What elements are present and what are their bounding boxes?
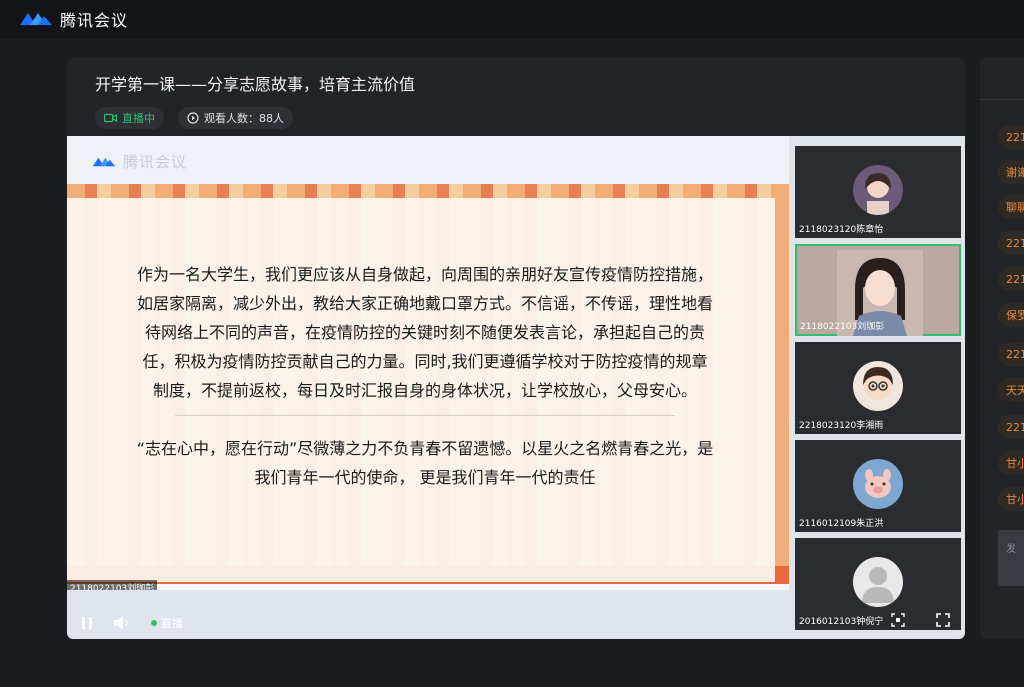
participant-name: 2118022103刘珈彭 bbox=[800, 322, 885, 332]
video-area[interactable]: 腾讯会议 作为一名大学生，我们更应该从自身做起，向周围的亲朋好友宣传疫情防控措施… bbox=[67, 136, 965, 639]
chat-message[interactable]: 聊聊 bbox=[998, 195, 1024, 219]
chat-message[interactable]: 甘小 bbox=[998, 451, 1024, 475]
shared-slide: 腾讯会议 作为一名大学生，我们更应该从自身做起，向周围的亲朋好友宣传疫情防控措施… bbox=[67, 136, 789, 590]
chat-input[interactable]: 发 bbox=[998, 530, 1024, 586]
participant-tile[interactable]: 2118023120陈章怡 bbox=[795, 146, 961, 238]
screenshot-focus-icon[interactable] bbox=[891, 613, 905, 627]
chat-message[interactable]: 甘小 bbox=[998, 487, 1024, 511]
chat-message[interactable]: 221 bbox=[998, 125, 1024, 149]
avatar-girl-icon bbox=[853, 165, 903, 215]
chat-message[interactable]: 221 bbox=[998, 231, 1024, 255]
volume-icon[interactable] bbox=[113, 615, 131, 631]
tencent-meeting-watermark-icon bbox=[92, 157, 116, 166]
slide-divider bbox=[175, 415, 675, 416]
pause-icon[interactable] bbox=[81, 616, 93, 630]
title-bar: 腾讯会议 bbox=[0, 0, 1024, 38]
slide-watermark-logo: 腾讯会议 bbox=[89, 151, 187, 172]
meeting-title: 开学第一课——分享志愿故事，培育主流价值 bbox=[95, 75, 416, 94]
live-status-badge: 直播中 bbox=[95, 107, 164, 129]
app-name: 腾讯会议 bbox=[60, 11, 129, 30]
chat-panel-divider bbox=[980, 99, 1024, 100]
slide-logo-text: 腾讯会议 bbox=[123, 153, 188, 171]
slide-paragraph-2: “志在心中，愿在行动”尽微薄之力不负青春不留遗憾。以星火之名燃青春之光，是我们青… bbox=[136, 439, 714, 487]
slide-paragraph-1: 作为一名大学生，我们更应该从自身做起，向周围的亲朋好友宣传疫情防控措施，如居家隔… bbox=[136, 265, 713, 400]
participant-name: 2118023120陈章怡 bbox=[799, 225, 884, 235]
chat-message[interactable]: 221 bbox=[998, 267, 1024, 291]
participant-name: 2218023120李湘雨 bbox=[799, 421, 884, 431]
meeting-header: 开学第一课——分享志愿故事，培育主流价值 直播中 观看人数：88人 bbox=[67, 57, 965, 135]
app-window: 腾讯会议 开学第一课——分享志愿故事，培育主流价值 直播中 观看人数：88人 腾… bbox=[0, 0, 1024, 687]
avatar-pig-icon bbox=[853, 459, 903, 509]
participant-tile[interactable]: 2116012109朱正洪 bbox=[795, 440, 961, 532]
chat-message[interactable]: 天天 bbox=[998, 378, 1024, 402]
player-controls: 直播 bbox=[67, 607, 965, 639]
chat-message[interactable]: 221 bbox=[998, 342, 1024, 366]
live-status-label: 直播中 bbox=[122, 112, 155, 125]
viewer-count-label: 观看人数：88人 bbox=[204, 112, 284, 125]
tencent-meeting-logo-icon bbox=[20, 13, 52, 25]
participant-tiles: 2118023120陈章怡 2118022103刘珈彭 2218023120李湘… bbox=[795, 146, 961, 636]
meeting-panel: 开学第一课——分享志愿故事，培育主流价值 直播中 观看人数：88人 腾讯会议 作… bbox=[67, 57, 965, 639]
camera-icon bbox=[104, 113, 117, 123]
avatar-cartoon-icon bbox=[853, 361, 903, 411]
play-circle-icon bbox=[187, 112, 199, 124]
chat-message[interactable]: 221 bbox=[998, 415, 1024, 439]
presenter-stream-label: 2118022103刘珈彭 bbox=[67, 580, 158, 590]
chat-panel: 221 谢谢 聊聊 221 221 保罗 221 天天 221 甘小 甘小 发 bbox=[980, 57, 1024, 639]
default-avatar-icon bbox=[853, 557, 903, 607]
chat-message[interactable]: 保罗 bbox=[998, 303, 1024, 327]
live-indicator: 直播 bbox=[151, 615, 183, 631]
participant-tile[interactable]: 2218023120李湘雨 bbox=[795, 342, 961, 434]
participant-name: 2116012109朱正洪 bbox=[799, 519, 884, 529]
participant-tile-active-video[interactable]: 2118022103刘珈彭 bbox=[795, 244, 961, 336]
chat-message[interactable]: 谢谢 bbox=[998, 160, 1024, 184]
live-indicator-label: 直播 bbox=[161, 617, 183, 630]
slide-text-card: 作为一名大学生，我们更应该从自身做起，向周围的亲朋好友宣传疫情防控措施，如居家隔… bbox=[67, 198, 775, 582]
fullscreen-icon[interactable] bbox=[936, 613, 950, 627]
viewer-count-badge: 观看人数：88人 bbox=[178, 107, 293, 129]
live-dot-icon bbox=[151, 620, 157, 626]
